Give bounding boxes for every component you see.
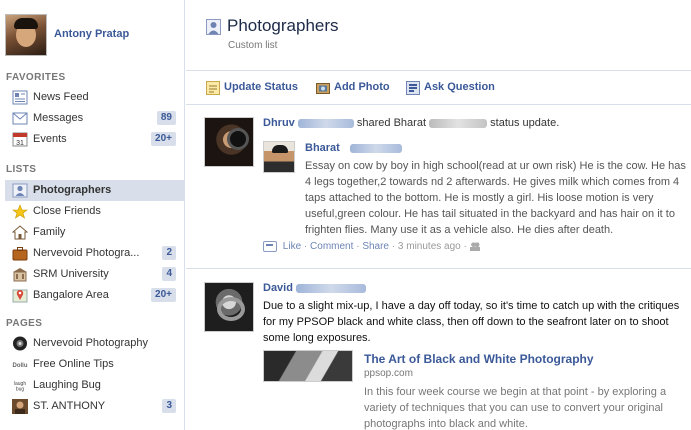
news-feed-icon bbox=[12, 90, 28, 105]
sidebar-item-label: Photographers bbox=[33, 184, 112, 196]
svg-text:31: 31 bbox=[16, 140, 24, 147]
map-pin-icon bbox=[12, 289, 28, 303]
link-title[interactable]: The Art of Black and White Photography bbox=[364, 352, 594, 366]
bangalore-count-badge: 20+ bbox=[151, 288, 176, 302]
redacted-surname bbox=[429, 118, 488, 128]
divider bbox=[186, 104, 691, 105]
status-text: Due to a slight mix-up, I have a day off… bbox=[263, 300, 680, 344]
feed-story: David Due to a slight mix-up, I have a d… bbox=[204, 282, 691, 430]
actor-name-link[interactable]: David bbox=[263, 282, 293, 294]
sidebar-item-label: SRM University bbox=[33, 268, 109, 280]
link-url: ppsop.com bbox=[364, 368, 413, 379]
person-list-icon bbox=[12, 183, 28, 198]
sidebar-item-nervevoid-photography[interactable]: Nervevoid Photography bbox=[5, 333, 185, 354]
ask-question-button[interactable]: Ask Question bbox=[406, 79, 506, 97]
sidebar-item-srm-university[interactable]: SRM University 4 bbox=[5, 264, 185, 285]
link-thumbnail[interactable] bbox=[263, 350, 353, 382]
story-action-suffix: status update. bbox=[490, 117, 560, 129]
sidebar-item-st-anthony[interactable]: ST. ANTHONY 3 bbox=[5, 396, 185, 417]
main-content: Photographers Custom list Update Status … bbox=[186, 0, 691, 430]
update-status-button[interactable]: Update Status bbox=[206, 79, 311, 97]
avatar[interactable] bbox=[5, 14, 47, 56]
link-description: In this four week course we begin at tha… bbox=[364, 386, 667, 430]
sidebar-item-label: News Feed bbox=[33, 91, 89, 103]
sidebar-item-label: Bangalore Area bbox=[33, 289, 109, 301]
events-count-badge: 20+ bbox=[151, 132, 176, 146]
audience-people-icon bbox=[469, 242, 480, 251]
story-action-text: shared Bharat bbox=[356, 117, 427, 129]
sidebar-item-label: Nervevoid Photography bbox=[33, 337, 148, 349]
sidebar-item-events[interactable]: 31 Events 20+ bbox=[5, 129, 185, 150]
favorites-heading: FAVORITES bbox=[6, 72, 66, 83]
page-title: Photographers bbox=[227, 16, 339, 35]
messages-icon bbox=[12, 112, 28, 125]
sidebar-item-nervevoid-list[interactable]: Nervevoid Photogra... 2 bbox=[5, 243, 185, 264]
person-list-icon bbox=[206, 19, 221, 35]
sidebar-item-free-online-tips[interactable]: Dollu Free Online Tips bbox=[5, 354, 185, 375]
comment-link[interactable]: Comment bbox=[310, 241, 353, 252]
sidebar-item-label: Close Friends bbox=[33, 205, 101, 217]
sidebar-item-label: Family bbox=[33, 226, 66, 238]
redacted-surname bbox=[297, 118, 354, 128]
profile-block[interactable]: Antony Pratap bbox=[5, 14, 180, 56]
sidebar-item-label: Messages bbox=[33, 112, 84, 124]
pages-heading: PAGES bbox=[6, 318, 43, 329]
actor-name-link[interactable]: Dhruv bbox=[263, 117, 295, 129]
shared-status-text: Essay on cow by boy in high school(read … bbox=[305, 160, 686, 236]
school-icon bbox=[13, 268, 27, 282]
lists-heading: LISTS bbox=[6, 164, 37, 175]
divider bbox=[186, 70, 691, 71]
page-logo-icon: laughbug bbox=[12, 379, 28, 393]
sidebar-item-photographers[interactable]: Photographers bbox=[5, 180, 185, 201]
actor-profile-picture[interactable] bbox=[204, 282, 254, 332]
actor-profile-picture[interactable] bbox=[204, 117, 254, 167]
story-actions: Like · Comment · Share · 3 minutes ago · bbox=[263, 241, 480, 252]
profile-name[interactable]: Antony Pratap bbox=[54, 28, 129, 40]
svg-text:bug: bug bbox=[16, 387, 25, 393]
sidebar-item-close-friends[interactable]: Close Friends bbox=[5, 201, 185, 222]
events-icon: 31 bbox=[12, 132, 28, 147]
house-icon bbox=[12, 225, 28, 240]
camera-icon bbox=[316, 83, 330, 94]
svg-text:Dollu: Dollu bbox=[13, 363, 28, 369]
sidebar-item-label: Free Online Tips bbox=[33, 358, 114, 370]
sidebar-item-news-feed[interactable]: News Feed bbox=[5, 87, 185, 108]
messages-count-badge: 89 bbox=[156, 111, 176, 125]
pencil-note-icon bbox=[206, 81, 220, 95]
sidebar-item-label: Events bbox=[33, 133, 67, 145]
sidebar-item-label: Nervevoid Photogra... bbox=[33, 247, 140, 259]
page-logo-icon: Dollu bbox=[12, 361, 28, 369]
redacted-surname bbox=[296, 283, 367, 293]
sidebar-item-bangalore-area[interactable]: Bangalore Area 20+ bbox=[5, 285, 185, 306]
feed-story: Dhruv shared Bharat status update. Bhara… bbox=[204, 117, 691, 262]
nervevoid-count-badge: 2 bbox=[162, 246, 176, 260]
like-link[interactable]: Like bbox=[283, 241, 301, 252]
st-anthony-count-badge: 3 bbox=[162, 399, 176, 413]
question-icon bbox=[406, 81, 420, 95]
sidebar-item-laughing-bug[interactable]: laugh bug Laughing Bug bbox=[5, 375, 185, 396]
redacted-surname bbox=[350, 144, 402, 153]
srm-count-badge: 4 bbox=[162, 267, 176, 281]
sidebar-item-label: ST. ANTHONY bbox=[33, 400, 106, 412]
shared-actor-picture[interactable] bbox=[263, 141, 295, 173]
briefcase-icon bbox=[12, 247, 28, 261]
story-headline: David bbox=[263, 282, 367, 294]
star-icon bbox=[12, 204, 28, 219]
shared-actor-name-link[interactable]: Bharat bbox=[305, 142, 340, 154]
share-link[interactable]: Share bbox=[362, 241, 389, 252]
left-sidebar: Antony Pratap FAVORITES News Feed Messag… bbox=[0, 0, 185, 430]
story-timestamp[interactable]: 3 minutes ago bbox=[398, 241, 461, 252]
divider bbox=[186, 268, 691, 269]
page-avatar-icon bbox=[13, 336, 27, 351]
page-avatar-icon bbox=[12, 399, 28, 414]
add-photo-button[interactable]: Add Photo bbox=[316, 79, 401, 97]
sidebar-item-label: Laughing Bug bbox=[33, 379, 101, 391]
share-arrow-icon bbox=[263, 241, 277, 252]
story-headline: Dhruv shared Bharat status update. bbox=[263, 117, 559, 129]
sidebar-item-messages[interactable]: Messages 89 bbox=[5, 108, 185, 129]
sidebar-item-family[interactable]: Family bbox=[5, 222, 185, 243]
page-subtitle: Custom list bbox=[228, 40, 278, 51]
